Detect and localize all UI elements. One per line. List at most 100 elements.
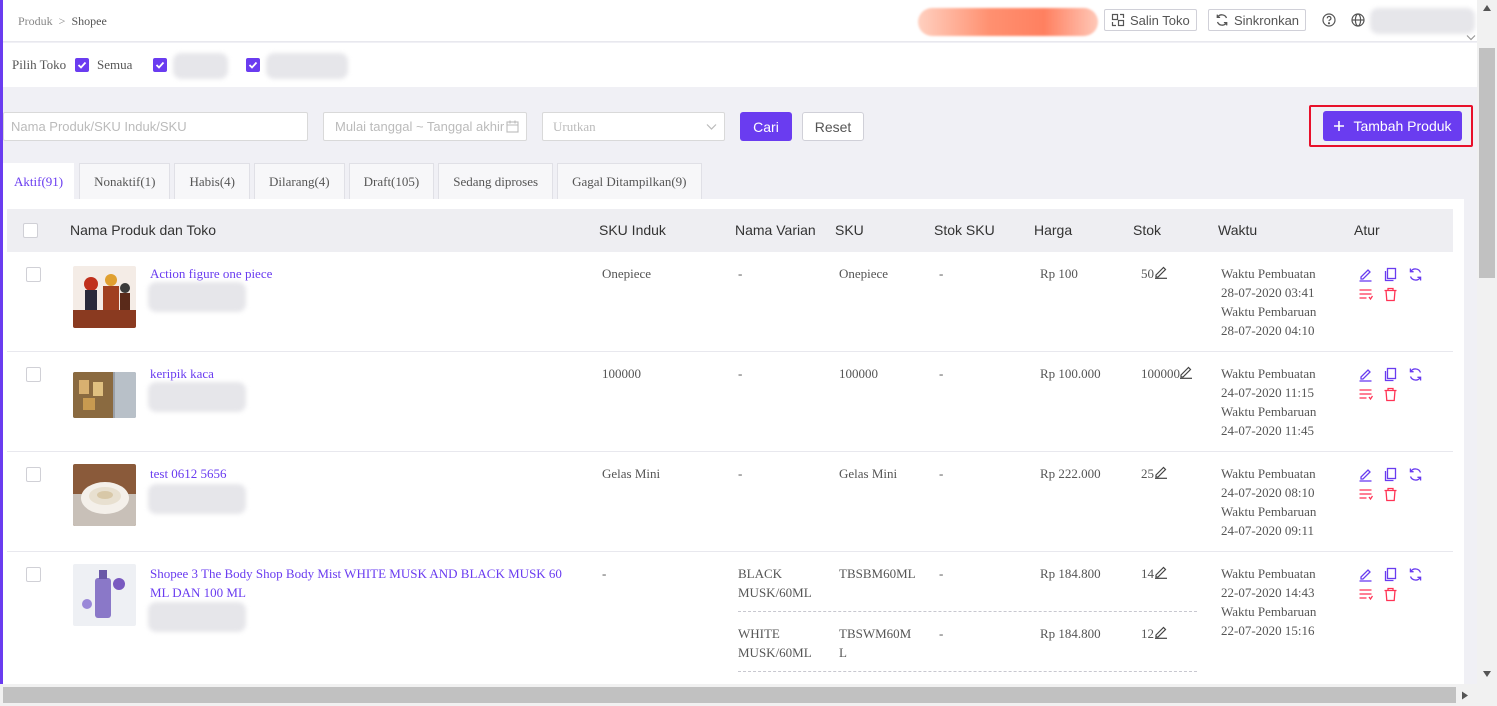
sync-icon[interactable] (1408, 467, 1423, 482)
breadcrumb: Produk > Shopee (18, 14, 107, 29)
product-name-link[interactable]: test 0612 5656 (150, 464, 227, 483)
row-checkbox[interactable] (26, 567, 41, 582)
scroll-right-arrow-icon[interactable] (1461, 691, 1469, 700)
edit-icon[interactable] (1358, 267, 1373, 282)
header-product: Nama Produk dan Toko (70, 222, 217, 238)
sku-parent: Gelas Mini (602, 466, 661, 481)
product-thumbnail[interactable] (73, 372, 136, 418)
delete-trash-icon[interactable] (1383, 387, 1398, 402)
redacted-store-name (148, 382, 246, 412)
vertical-scrollbar[interactable] (1477, 0, 1497, 684)
figure-image-icon (73, 266, 136, 328)
scroll-up-arrow-icon[interactable] (1482, 4, 1492, 12)
sync-icon[interactable] (1408, 367, 1423, 382)
chevron-down-icon[interactable] (1466, 34, 1476, 42)
tab-banned[interactable]: Dilarang(4) (253, 163, 345, 199)
scroll-down-arrow-icon[interactable] (1482, 670, 1492, 678)
store-1-checkbox[interactable] (153, 58, 167, 72)
updated-label: Waktu Pembaruan (1221, 504, 1317, 519)
price: Rp 222.000 (1040, 466, 1101, 481)
redacted-store-name (148, 484, 246, 514)
date-range-picker[interactable]: Mulai tanggal ~ Tanggal akhir (323, 112, 527, 141)
product-thumbnail[interactable] (73, 464, 136, 526)
table-header: Nama Produk dan Toko SKU Induk Nama Vari… (7, 209, 1453, 252)
header-sku-parent: SKU Induk (599, 222, 666, 238)
delete-trash-icon[interactable] (1383, 287, 1398, 302)
edit-stock-pencil-icon[interactable] (1154, 465, 1168, 479)
list-detail-icon[interactable] (1358, 487, 1373, 502)
variant-name: BLACK (738, 566, 783, 581)
tab-draft[interactable]: Draft(105) (348, 163, 435, 199)
edit-icon[interactable] (1358, 567, 1373, 582)
created-label: Waktu Pembuatan (1221, 266, 1316, 281)
tab-sold-out[interactable]: Habis(4) (174, 163, 250, 199)
stock-value: 25 (1141, 466, 1154, 481)
date-range-placeholder: Mulai tanggal ~ Tanggal akhir (335, 119, 505, 134)
list-detail-icon[interactable] (1358, 387, 1373, 402)
search-input[interactable]: Nama Produk/SKU Induk/SKU (3, 112, 308, 141)
stock-sku: - (939, 266, 944, 281)
updated-time: 22-07-2020 15:16 (1221, 623, 1315, 638)
horizontal-scrollbar[interactable] (0, 684, 1497, 706)
select-all-checkbox[interactable] (23, 223, 38, 238)
sku: TBSBM60ML (839, 566, 916, 581)
edit-icon[interactable] (1358, 367, 1373, 382)
copy-icon[interactable] (1383, 267, 1398, 282)
edit-icon[interactable] (1358, 467, 1373, 482)
row-checkbox[interactable] (26, 267, 41, 282)
updated-time: 24-07-2020 11:45 (1221, 423, 1315, 438)
redacted-banner (918, 8, 1098, 36)
sync-icon[interactable] (1408, 267, 1423, 282)
product-name-link[interactable]: Shopee 3 The Body Shop Body Mist WHITE M… (150, 564, 562, 583)
edit-stock-pencil-icon[interactable] (1154, 265, 1168, 279)
row-checkbox[interactable] (26, 367, 41, 382)
sort-select[interactable]: Urutkan (542, 112, 725, 141)
product-table: Nama Produk dan Toko SKU Induk Nama Vari… (3, 199, 1464, 684)
help-icon[interactable] (1321, 12, 1337, 28)
product-name-link[interactable]: Action figure one piece (150, 264, 272, 283)
sync-icon[interactable] (1408, 567, 1423, 582)
horizontal-scroll-thumb[interactable] (3, 687, 1456, 703)
table-row: keripik kaca 100000 - 100000 - Rp 100.00… (7, 352, 1453, 452)
reset-button[interactable]: Reset (802, 112, 864, 141)
product-name-link-line2[interactable]: ML DAN 100 ML (150, 583, 246, 602)
updated-label: Waktu Pembaruan (1221, 604, 1317, 619)
edit-stock-pencil-icon[interactable] (1179, 365, 1193, 379)
row-checkbox[interactable] (26, 467, 41, 482)
vertical-scroll-thumb[interactable] (1479, 48, 1495, 278)
store-all-checkbox[interactable] (75, 58, 89, 72)
product-name-link[interactable]: keripik kaca (150, 364, 214, 383)
created-time: 24-07-2020 11:15 (1221, 385, 1315, 400)
tab-inactive[interactable]: Nonaktif(1) (79, 163, 171, 199)
updated-time: 24-07-2020 09:11 (1221, 523, 1315, 538)
product-thumbnail[interactable] (73, 266, 136, 328)
copy-icon[interactable] (1383, 567, 1398, 582)
list-detail-icon[interactable] (1358, 587, 1373, 602)
breadcrumb-root[interactable]: Produk (18, 14, 53, 28)
updated-label: Waktu Pembaruan (1221, 304, 1317, 319)
tab-failed[interactable]: Gagal Ditampilkan(9) (557, 163, 702, 199)
tab-processing[interactable]: Sedang diproses (438, 163, 554, 199)
edit-stock-pencil-icon[interactable] (1154, 625, 1168, 639)
body-mist-image-icon (73, 564, 136, 626)
variant-divider (738, 671, 1197, 672)
language-globe-icon[interactable] (1350, 12, 1366, 28)
search-button[interactable]: Cari (740, 112, 792, 141)
list-detail-icon[interactable] (1358, 287, 1373, 302)
sync-button[interactable]: Sinkronkan (1208, 9, 1307, 31)
created-time: 24-07-2020 08:10 (1221, 485, 1315, 500)
copy-icon[interactable] (1383, 467, 1398, 482)
add-product-button[interactable]: Tambah Produk (1323, 111, 1462, 141)
product-thumbnail[interactable] (73, 564, 136, 626)
copy-store-button[interactable]: Salin Toko (1104, 9, 1197, 31)
store-2-checkbox[interactable] (246, 58, 260, 72)
breadcrumb-separator: > (58, 14, 66, 28)
copy-icon[interactable] (1383, 367, 1398, 382)
delete-trash-icon[interactable] (1383, 487, 1398, 502)
created-label: Waktu Pembuatan (1221, 366, 1316, 381)
status-tabs: Aktif(91) Nonaktif(1) Habis(4) Dilarang(… (3, 163, 706, 199)
tab-active[interactable]: Aktif(91) (3, 163, 75, 199)
delete-trash-icon[interactable] (1383, 587, 1398, 602)
redacted-store-name (148, 282, 246, 312)
edit-stock-pencil-icon[interactable] (1154, 565, 1168, 579)
